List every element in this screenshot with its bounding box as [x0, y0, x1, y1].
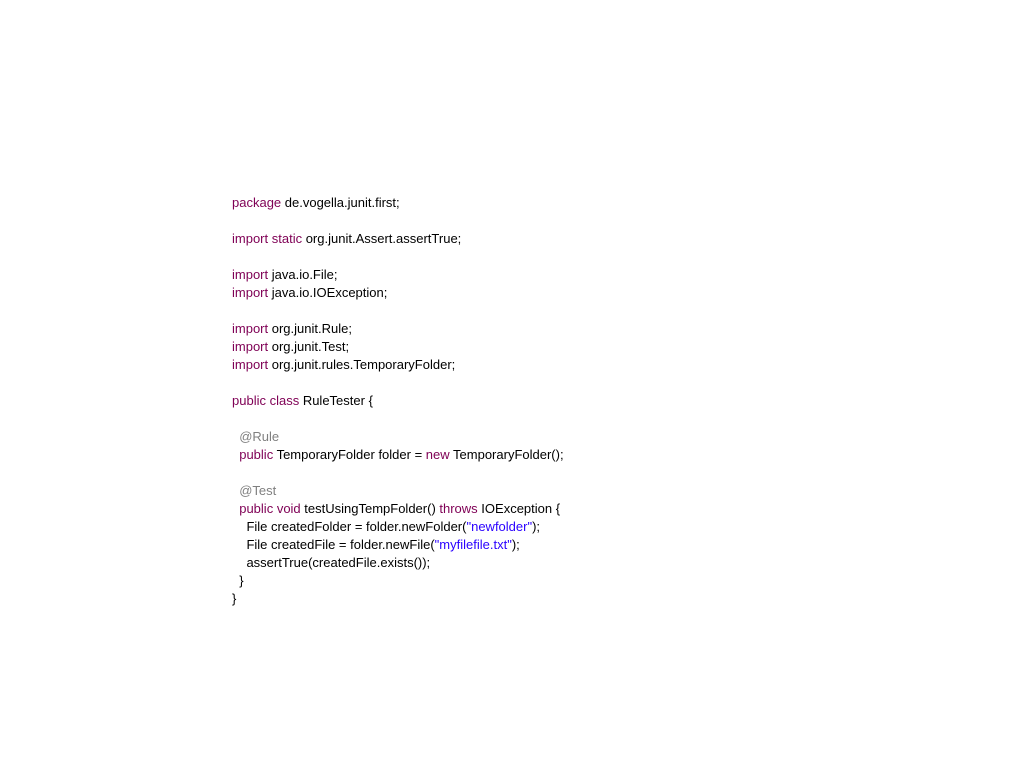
keyword-new: new [426, 447, 450, 462]
keyword-package: package [232, 195, 281, 210]
string-literal: "myfilefile.txt" [435, 537, 512, 552]
keyword-import: import [232, 267, 268, 282]
import-target: java.io.IOException; [268, 285, 387, 300]
class-declaration: RuleTester { [299, 393, 373, 408]
keyword-static: static [268, 231, 302, 246]
import-target: java.io.File; [268, 267, 337, 282]
import-target: org.junit.Test; [268, 339, 349, 354]
annotation-rule: @Rule [232, 429, 279, 444]
annotation-test: @Test [232, 483, 276, 498]
code-block: package de.vogella.junit.first; import s… [0, 0, 1024, 608]
statement: File createdFile = folder.newFile( [232, 537, 435, 552]
keyword-class: class [266, 393, 299, 408]
keyword-import: import [232, 339, 268, 354]
keyword-throws: throws [439, 501, 477, 516]
close-brace: } [232, 573, 244, 588]
statement: assertTrue(createdFile.exists()); [232, 555, 430, 570]
keyword-import: import [232, 357, 268, 372]
statement: ); [532, 519, 540, 534]
keyword-void: void [273, 501, 300, 516]
import-target: org.junit.rules.TemporaryFolder; [268, 357, 455, 372]
import-target: org.junit.Rule; [268, 321, 352, 336]
keyword-import: import [232, 321, 268, 336]
keyword-public: public [232, 393, 266, 408]
string-literal: "newfolder" [466, 519, 532, 534]
method-throws: IOException { [478, 501, 560, 516]
field-declaration: TemporaryFolder(); [450, 447, 564, 462]
close-brace: } [232, 591, 240, 606]
statement: File createdFolder = folder.newFolder( [232, 519, 466, 534]
keyword-public: public [232, 447, 273, 462]
method-name: testUsingTempFolder() [301, 501, 440, 516]
keyword-import: import [232, 285, 268, 300]
keyword-import: import [232, 231, 268, 246]
field-declaration: TemporaryFolder folder = [273, 447, 426, 462]
statement: ); [512, 537, 520, 552]
package-name: de.vogella.junit.first; [281, 195, 400, 210]
import-target: org.junit.Assert.assertTrue; [302, 231, 461, 246]
keyword-public: public [232, 501, 273, 516]
